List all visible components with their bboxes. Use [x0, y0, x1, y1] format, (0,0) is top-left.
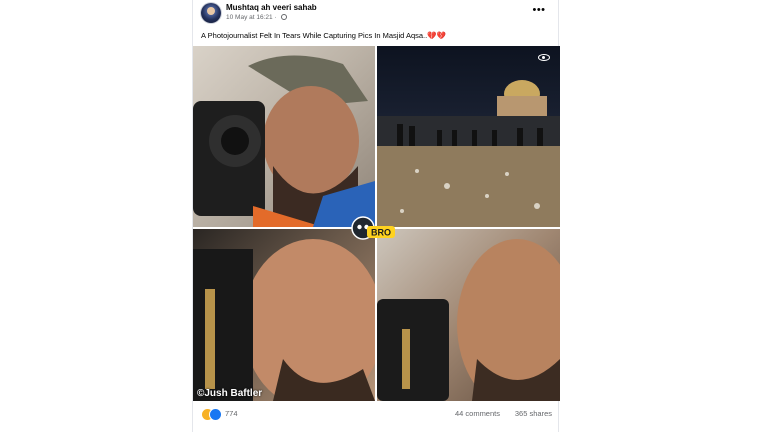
photo-grid: ©Jush Baftler BRO [193, 46, 560, 401]
author-avatar[interactable] [201, 3, 221, 23]
author-name[interactable]: Mushtaq ah veeri sahab [226, 3, 317, 12]
more-options-button[interactable]: ••• [532, 4, 546, 16]
bro-logo-text: BRO [371, 228, 391, 238]
photojournalist-crying-photo-2[interactable]: ©Jush Baftler [193, 229, 375, 401]
like-reaction-icon [209, 408, 222, 421]
post-date[interactable]: 10 May at 16:21 [226, 14, 273, 21]
post-meta: 10 May at 16:21 · [226, 14, 287, 21]
more-dots-icon: ••• [532, 4, 546, 16]
reaction-count[interactable]: 774 [225, 409, 238, 418]
post-caption: A Photojournalist Felt In Tears While Ca… [201, 31, 446, 40]
post-footer: 774 44 comments 365 shares [193, 405, 560, 425]
facebook-post: Mushtaq ah veeri sahab 10 May at 16:21 · … [192, 0, 560, 432]
photojournalist-crying-photo-1[interactable] [193, 46, 375, 227]
globe-icon [280, 14, 287, 20]
watermark-text: ©Jush Baftler [197, 388, 263, 399]
post-header: Mushtaq ah veeri sahab 10 May at 16:21 · … [193, 0, 560, 28]
shares-count[interactable]: 365 shares [515, 409, 552, 418]
photojournalist-crying-photo-3[interactable] [377, 229, 560, 401]
meta-separator: · [274, 14, 277, 21]
caption-text: A Photojournalist Felt In Tears While Ca… [201, 31, 428, 40]
bro-logo: BRO [351, 214, 397, 242]
eye-icon [538, 54, 550, 61]
comments-count[interactable]: 44 comments [455, 409, 500, 418]
broken-heart-icon: 💔💔 [427, 31, 446, 40]
masjid-aqsa-night-photo[interactable] [377, 46, 560, 227]
